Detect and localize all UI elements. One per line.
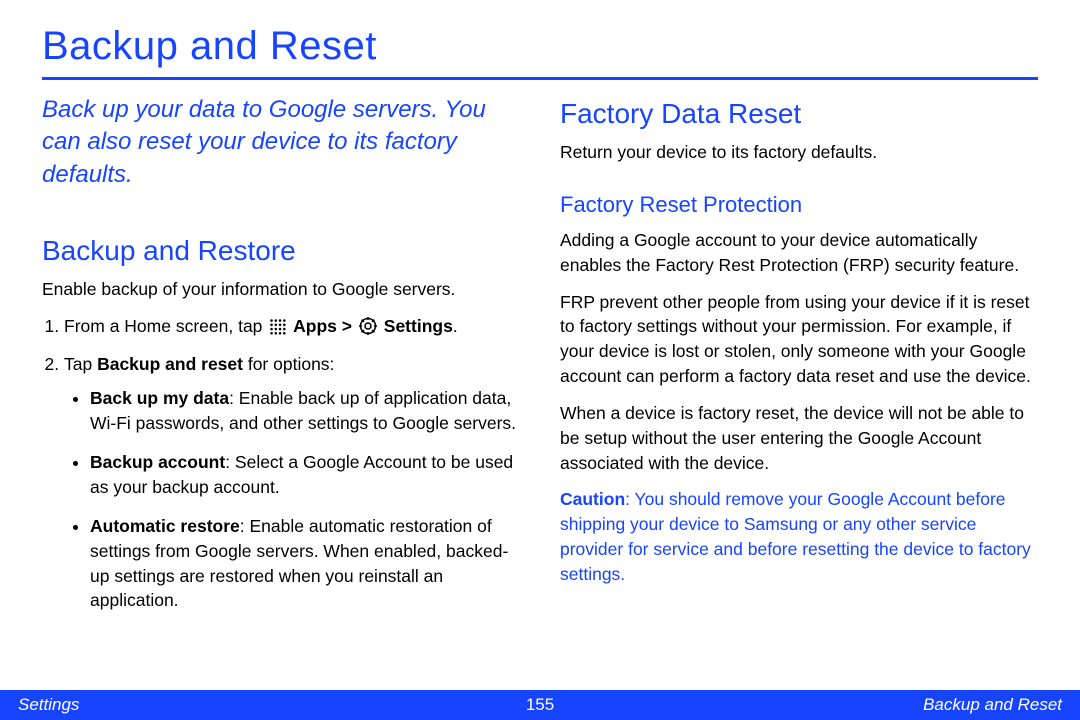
bullet-backup-my-data: Back up my data: Enable back up of appli… [90,386,520,436]
frp-p1: Adding a Google account to your device a… [560,228,1038,278]
caution-body: : You should remove your Google Account … [560,489,1031,584]
frp-p2: FRP prevent other people from using your… [560,290,1038,389]
intro-text: Back up your data to Google servers. You… [42,94,520,191]
step-1-pre: From a Home screen, tap [64,316,267,336]
apps-label: Apps [293,316,337,336]
frp-p3: When a device is factory reset, the devi… [560,401,1038,476]
step-1-post: . [453,316,458,336]
frp-subheading: Factory Reset Protection [560,189,1038,220]
gear-icon [359,317,377,342]
steps-list: From a Home screen, tap Apps > Settings.… [42,314,520,613]
left-column: Back up your data to Google servers. You… [42,94,520,627]
step-2-post: for options: [243,354,334,374]
gt-separator: > [342,316,352,336]
caution-paragraph: Caution: You should remove your Google A… [560,487,1038,586]
step-2-bold: Backup and reset [97,354,243,374]
options-bullets: Back up my data: Enable back up of appli… [64,386,520,613]
bullet-2-bold: Backup account [90,452,225,472]
page-title: Backup and Reset [42,24,1038,69]
bullet-1-bold: Back up my data [90,388,229,408]
step-1: From a Home screen, tap Apps > Settings. [64,314,520,342]
backup-restore-lead: Enable backup of your information to Goo… [42,277,520,302]
backup-restore-heading: Backup and Restore [42,231,520,271]
step-2-pre: Tap [64,354,97,374]
page-footer: Settings 155 Backup and Reset [0,690,1080,720]
factory-reset-heading: Factory Data Reset [560,94,1038,134]
footer-page-number: 155 [526,695,554,715]
bullet-automatic-restore: Automatic restore: Enable automatic rest… [90,514,520,613]
apps-grid-icon [269,317,286,342]
factory-reset-lead: Return your device to its factory defaul… [560,140,1038,165]
caution-label: Caution [560,489,625,509]
bullet-backup-account: Backup account: Select a Google Account … [90,450,520,500]
content-columns: Back up your data to Google servers. You… [42,94,1038,627]
bullet-3-bold: Automatic restore [90,516,240,536]
footer-right: Backup and Reset [923,695,1062,715]
step-2: Tap Backup and reset for options: Back u… [64,352,520,614]
right-column: Factory Data Reset Return your device to… [560,94,1038,627]
footer-left: Settings [18,695,79,715]
title-divider [42,77,1038,80]
settings-label: Settings [384,316,453,336]
